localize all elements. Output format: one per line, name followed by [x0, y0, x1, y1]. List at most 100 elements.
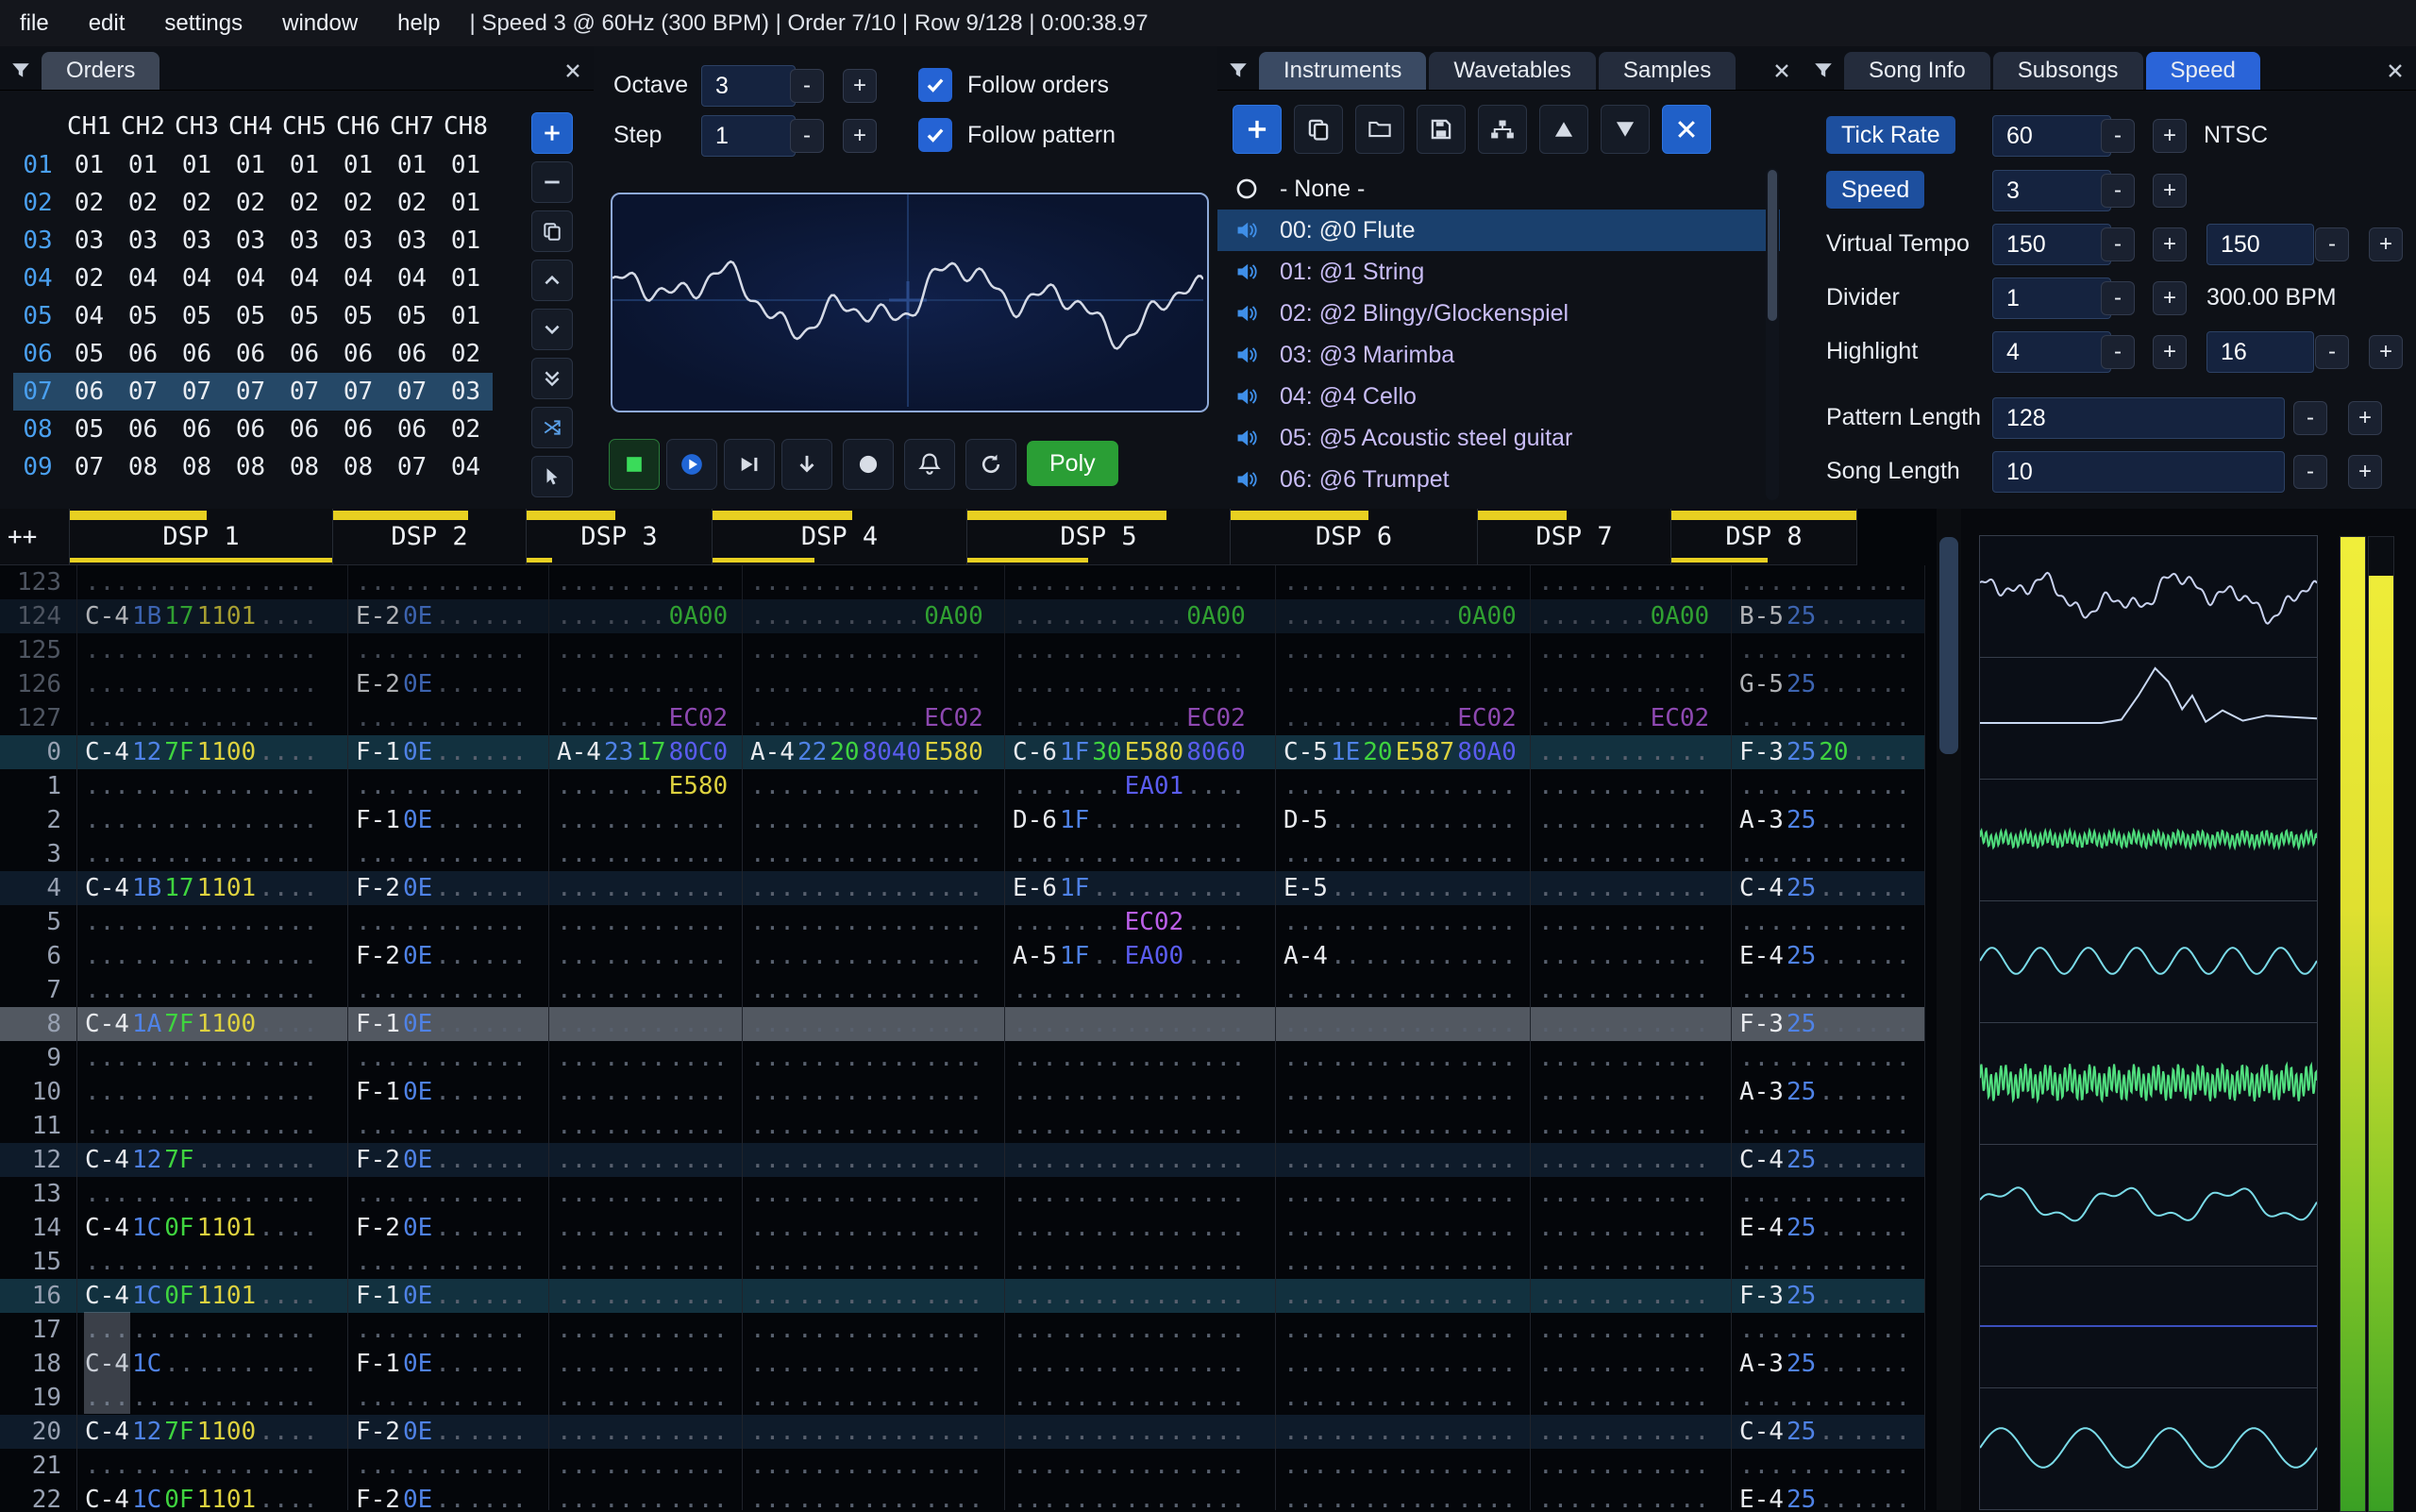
pattern-cell[interactable]: ...............: [743, 973, 1005, 1007]
pattern-cell[interactable]: F-2 0E......: [348, 871, 549, 905]
pattern-cell[interactable]: ...............: [77, 1449, 348, 1483]
pattern-cell[interactable]: ...........: [1531, 1075, 1732, 1109]
pattern-cell[interactable]: C-4 12 7F........: [77, 1143, 348, 1177]
pattern-cell[interactable]: G-5 25......: [1732, 667, 1925, 701]
order-cell[interactable]: 02: [277, 189, 331, 217]
order-cell[interactable]: 01: [277, 151, 331, 179]
pattern-cell[interactable]: D-5............: [1276, 803, 1531, 837]
order-cell[interactable]: 08: [170, 453, 224, 481]
pattern-cell[interactable]: ...........: [1531, 633, 1732, 667]
pattern-cell[interactable]: ...............: [77, 803, 348, 837]
order-cell[interactable]: 06: [385, 340, 439, 368]
channel-header[interactable]: DSP 2: [333, 509, 527, 564]
pattern-cell[interactable]: ...........: [1531, 565, 1732, 599]
pattern-cell[interactable]: ...............: [1005, 1211, 1276, 1245]
pattern-length-plus-button[interactable]: +: [2348, 401, 2382, 435]
follow-pattern-checkbox[interactable]: [918, 118, 952, 152]
pattern-cell[interactable]: ...............: [1276, 973, 1531, 1007]
pattern-cell[interactable]: ...........: [1531, 803, 1732, 837]
divider-minus-button[interactable]: -: [2101, 281, 2135, 315]
pattern-cell[interactable]: ...............: [743, 905, 1005, 939]
move-instrument-down-button[interactable]: [1601, 105, 1650, 154]
instrument-list-item[interactable]: 05: @5 Acoustic steel guitar: [1217, 417, 1780, 459]
tab-speed[interactable]: Speed: [2145, 52, 2260, 90]
order-cell[interactable]: 03: [331, 227, 385, 255]
pattern-cell[interactable]: F-2 0E......: [348, 1415, 549, 1449]
pattern-cell[interactable]: F-1 0E......: [348, 1347, 549, 1381]
pattern-cell[interactable]: B-5 25......: [1732, 599, 1925, 633]
pattern-cell[interactable]: ...........: [1732, 1177, 1925, 1211]
window-menu-icon[interactable]: [1803, 52, 1844, 90]
remove-order-button[interactable]: [531, 161, 573, 203]
order-row[interactable]: 09 07 08 08 08 08 08 07 04: [13, 448, 493, 486]
pattern-cell[interactable]: F-3 25......: [1732, 1279, 1925, 1313]
order-cell[interactable]: 04: [224, 264, 277, 293]
pattern-cell[interactable]: ...........: [1732, 905, 1925, 939]
menu-edit[interactable]: edit: [69, 10, 145, 37]
pattern-cell[interactable]: A-4............: [1276, 939, 1531, 973]
pattern-cell[interactable]: ........... EC02: [1276, 701, 1531, 735]
order-cell[interactable]: 01: [116, 151, 170, 179]
pattern-cell[interactable]: ...............: [743, 1279, 1005, 1313]
pattern-cell[interactable]: ...............: [1276, 1109, 1531, 1143]
pattern-cell[interactable]: ...............: [77, 701, 348, 735]
order-row[interactable]: 08 05 06 06 06 06 06 06 02: [13, 411, 493, 448]
pattern-cell[interactable]: ...........: [348, 1177, 549, 1211]
tab-samples[interactable]: Samples: [1598, 52, 1736, 90]
pattern-cell[interactable]: ...........: [348, 1449, 549, 1483]
pattern-cell[interactable]: ...............: [1005, 1483, 1276, 1510]
pattern-cell[interactable]: ...........: [1531, 1483, 1732, 1510]
pattern-cell[interactable]: E-6 1F..........: [1005, 871, 1276, 905]
channel-header[interactable]: DSP 1: [70, 509, 333, 564]
order-cell[interactable]: 06: [331, 340, 385, 368]
pattern-cell[interactable]: ...........: [348, 1041, 549, 1075]
order-row[interactable]: 04 02 04 04 04 04 04 04 01: [13, 260, 493, 297]
pattern-cell[interactable]: ....... EC02....: [1005, 905, 1276, 939]
pattern-cell[interactable]: ...........: [1531, 1007, 1732, 1041]
order-cell[interactable]: 06: [62, 378, 116, 406]
orders-title-tab[interactable]: Orders: [42, 52, 160, 90]
order-cell[interactable]: 04: [439, 453, 493, 481]
pattern-cell[interactable]: D-6 1F..........: [1005, 803, 1276, 837]
pattern-cell[interactable]: C-4 12 7F 1100....: [77, 1415, 348, 1449]
pattern-cell[interactable]: ...............: [743, 1109, 1005, 1143]
pattern-cell[interactable]: ...............: [743, 1075, 1005, 1109]
pattern-cell[interactable]: ...............: [743, 1177, 1005, 1211]
pattern-cell[interactable]: ...............: [1005, 1041, 1276, 1075]
save-instrument-button[interactable]: [1417, 105, 1466, 154]
pattern-cell[interactable]: ...........: [549, 1245, 743, 1279]
pattern-cell[interactable]: ...........: [1531, 1109, 1732, 1143]
pattern-cell[interactable]: ...............: [1005, 837, 1276, 871]
pattern-cell[interactable]: F-2 0E......: [348, 939, 549, 973]
pattern-cell[interactable]: ...........: [1732, 973, 1925, 1007]
pattern-cell[interactable]: ...............: [1276, 1415, 1531, 1449]
order-cell[interactable]: 01: [439, 151, 493, 179]
order-cell[interactable]: 06: [224, 340, 277, 368]
pattern-cell[interactable]: A-4 23 17 80C0: [549, 735, 743, 769]
pattern-cell[interactable]: ...........: [549, 1143, 743, 1177]
pattern-cell[interactable]: F-2 0E......: [348, 1143, 549, 1177]
pattern-cell[interactable]: A-5 1F.. EA00....: [1005, 939, 1276, 973]
order-cell[interactable]: 07: [116, 378, 170, 406]
speed-label[interactable]: Speed: [1826, 171, 1925, 209]
pattern-cell[interactable]: ....... 0A00: [1531, 599, 1732, 633]
pattern-cell[interactable]: ...........: [1531, 735, 1732, 769]
order-row-number[interactable]: 03: [13, 227, 62, 255]
pattern-scrollbar-thumb[interactable]: [1939, 537, 1958, 754]
order-row-number[interactable]: 07: [13, 378, 62, 406]
highlight-b-plus-button[interactable]: +: [2369, 335, 2403, 369]
order-cell[interactable]: 07: [277, 378, 331, 406]
order-cell[interactable]: 06: [116, 340, 170, 368]
pattern-cell[interactable]: A-3 25......: [1732, 1347, 1925, 1381]
menu-help[interactable]: help: [378, 10, 460, 37]
order-row-number[interactable]: 04: [13, 264, 62, 293]
order-cell[interactable]: 05: [116, 302, 170, 330]
pattern-cell[interactable]: ....... EC02: [549, 701, 743, 735]
pattern-cell[interactable]: ...........: [1732, 565, 1925, 599]
pattern-cell[interactable]: ...........: [1531, 1211, 1732, 1245]
order-cell[interactable]: 06: [116, 415, 170, 444]
pattern-cell[interactable]: ...............: [77, 1075, 348, 1109]
pattern-cell[interactable]: ...............: [1276, 1381, 1531, 1415]
order-cell[interactable]: 04: [170, 264, 224, 293]
pattern-cell[interactable]: ...........: [348, 769, 549, 803]
